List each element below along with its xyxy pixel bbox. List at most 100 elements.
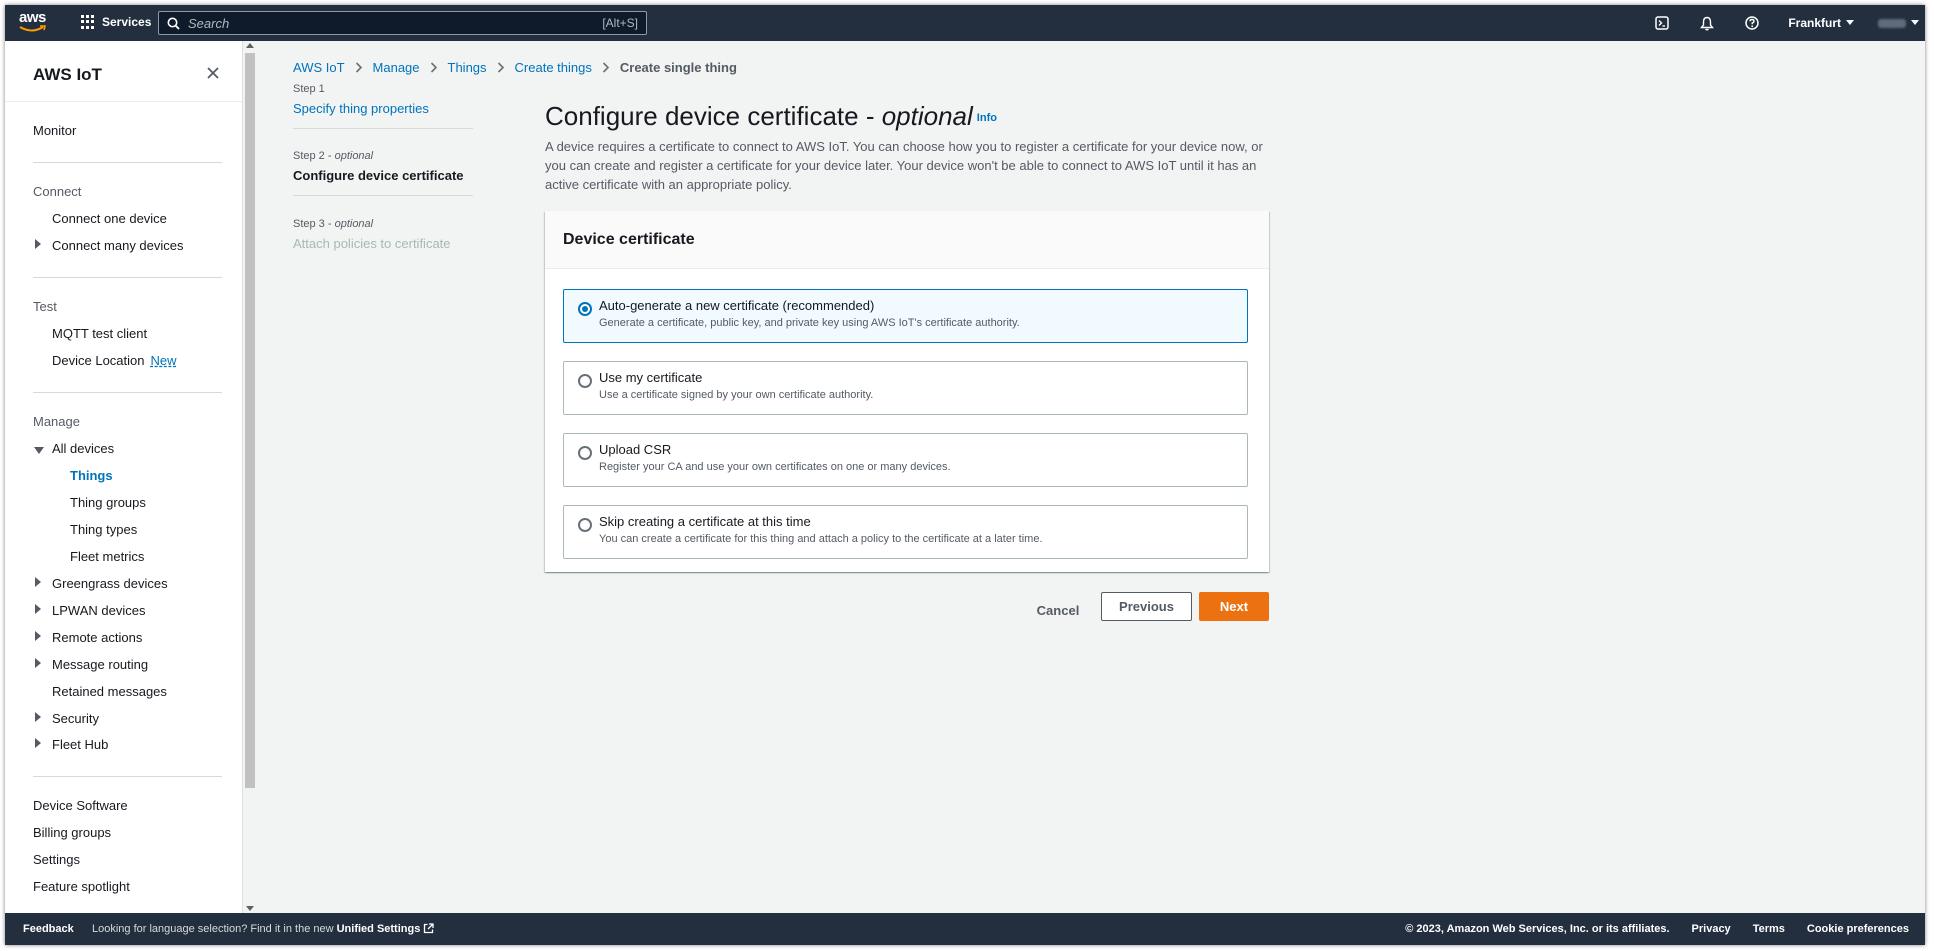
sidebar-item-greengrass-devices[interactable]: Greengrass devices [52,576,168,591]
sidebar-item-connect-many-devices[interactable]: Connect many devices [52,238,184,253]
expand-caret-icon[interactable] [35,658,41,668]
option-auto-generate[interactable]: Auto-generate a new certificate (recomme… [563,289,1248,343]
cancel-button[interactable]: Cancel [1023,597,1093,625]
panel-header: Device certificate [545,211,1269,269]
sidebar-divider [33,392,222,393]
sidebar-scrollbar[interactable] [242,41,256,913]
unified-settings-link[interactable]: Unified Settings [337,923,421,935]
services-menu-button[interactable]: Services [81,15,151,29]
step-1-label: Step 1 [293,83,325,95]
radio-button[interactable] [578,374,592,388]
step-2-current: Configure device certificate [293,168,464,183]
breadcrumb: AWS IoT Manage Things Create things Crea… [293,60,737,75]
step-3-label: Step 3 - optional [293,218,374,230]
scroll-up-arrow-icon[interactable] [246,43,254,48]
sidebar-section-test: Test [33,299,57,314]
sidebar-item-monitor[interactable]: Monitor [33,123,76,138]
grid-icon [81,15,95,29]
expand-caret-icon[interactable] [35,712,41,722]
new-badge[interactable]: New [151,353,177,368]
step-divider [293,128,473,129]
search-icon [167,17,180,30]
chevron-right-icon [420,62,448,73]
terms-link[interactable]: Terms [1753,923,1785,935]
feedback-link[interactable]: Feedback [23,923,74,935]
caret-down-icon [1911,20,1919,25]
breadcrumb-create-things[interactable]: Create things [515,60,592,75]
search-input[interactable]: Search [Alt+S] [158,11,647,35]
close-icon[interactable] [205,65,221,81]
step-1-link[interactable]: Specify thing properties [293,101,429,116]
footer-links: © 2023, Amazon Web Services, Inc. or its… [1405,923,1909,935]
sidebar-title[interactable]: AWS IoT [33,65,102,85]
next-button[interactable]: Next [1199,592,1269,621]
notifications-button[interactable] [1684,5,1729,41]
copyright-text: © 2023, Amazon Web Services, Inc. or its… [1405,923,1670,935]
breadcrumb-things[interactable]: Things [448,60,487,75]
sidebar-item-thing-types[interactable]: Thing types [70,522,137,537]
sidebar-item-remote-actions[interactable]: Remote actions [52,630,142,645]
sidebar-item-security[interactable]: Security [52,711,99,726]
radio-button[interactable] [578,518,592,532]
browser-frame: aws Services Search [Alt+S] Frankfurt AW… [5,5,1925,945]
privacy-link[interactable]: Privacy [1692,923,1731,935]
sidebar-item-connect-one-device[interactable]: Connect one device [52,211,167,226]
chevron-right-icon [592,62,620,73]
sidebar-item-device-location[interactable]: Device Location New [52,353,177,368]
account-menu[interactable] [1870,18,1925,28]
expand-caret-icon[interactable] [35,577,41,587]
sidebar-divider [33,776,222,777]
help-button[interactable] [1729,5,1774,41]
step-divider [293,195,473,196]
top-navigation: aws Services Search [Alt+S] Frankfurt [5,5,1925,41]
help-icon [1745,16,1759,30]
aws-smile-icon [19,25,47,32]
sidebar-item-billing-groups[interactable]: Billing groups [33,825,111,840]
sidebar-item-things[interactable]: Things [70,468,113,483]
expand-caret-icon[interactable] [35,239,41,249]
breadcrumb-manage[interactable]: Manage [373,60,420,75]
option-skip-certificate[interactable]: Skip creating a certificate at this time… [563,505,1248,559]
breadcrumb-aws-iot[interactable]: AWS IoT [293,60,345,75]
sidebar-item-thing-groups[interactable]: Thing groups [70,495,146,510]
region-selector[interactable]: Frankfurt [1774,16,1870,30]
search-shortcut-hint: [Alt+S] [602,16,638,30]
external-link-icon[interactable] [423,923,434,934]
sidebar-item-fleet-hub[interactable]: Fleet Hub [52,737,108,752]
radio-button[interactable] [578,446,592,460]
sidebar-item-mqtt-test-client[interactable]: MQTT test client [52,326,147,341]
device-certificate-panel: Device certificate Auto-generate a new c… [545,211,1269,572]
expand-caret-icon[interactable] [35,604,41,614]
sidebar-section-connect: Connect [33,184,82,199]
sidebar-header-divider [5,101,242,102]
collapse-caret-icon[interactable] [34,447,44,454]
sidebar-item-lpwan-devices[interactable]: LPWAN devices [52,603,145,618]
sidebar-item-all-devices[interactable]: All devices [52,441,114,456]
account-name-redacted [1878,18,1906,28]
sidebar-item-retained-messages[interactable]: Retained messages [52,684,167,699]
language-notice: Looking for language selection? Find it … [92,923,434,935]
cloudshell-button[interactable] [1639,5,1684,41]
info-link[interactable]: Info [977,112,997,124]
option-use-my-certificate[interactable]: Use my certificate Use a certificate sig… [563,361,1248,415]
aws-logo[interactable]: aws [19,10,51,35]
terminal-icon [1655,16,1669,30]
sidebar-item-settings[interactable]: Settings [33,852,80,867]
expand-caret-icon[interactable] [35,738,41,748]
step-3-disabled: Attach policies to certificate [293,236,451,251]
option-upload-csr[interactable]: Upload CSR Register your CA and use your… [563,433,1248,487]
scroll-down-arrow-icon[interactable] [246,906,254,911]
expand-caret-icon[interactable] [35,631,41,641]
sidebar-item-message-routing[interactable]: Message routing [52,657,148,672]
search-placeholder: Search [188,15,230,31]
footer: Feedback Looking for language selection?… [5,913,1925,945]
sidebar-divider [33,162,222,163]
scrollbar-thumb[interactable] [245,53,255,788]
sidebar-item-feature-spotlight[interactable]: Feature spotlight [33,879,130,894]
cookie-preferences-link[interactable]: Cookie preferences [1807,923,1909,935]
sidebar-item-fleet-metrics[interactable]: Fleet metrics [70,549,144,564]
page-title: Configure device certificate - optional I… [545,101,997,131]
radio-button-checked[interactable] [578,302,592,316]
sidebar-item-device-software[interactable]: Device Software [33,798,128,813]
previous-button[interactable]: Previous [1101,592,1192,621]
